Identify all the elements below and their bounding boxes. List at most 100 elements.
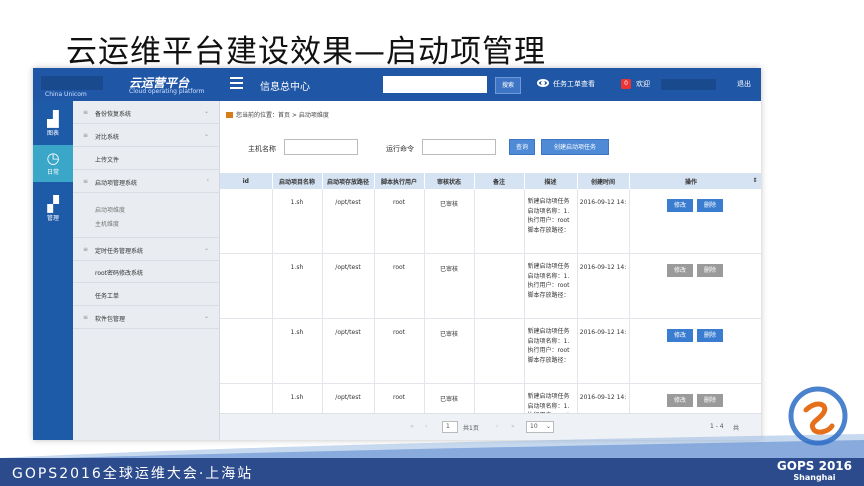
delete-button[interactable]: 删除 [697,394,723,407]
desc-line: 新建启动项任务 [527,328,570,335]
cell-actions: 修改 删除 [629,318,761,384]
bullet-icon: ≡ [83,178,89,185]
top-search-input[interactable] [383,76,487,93]
next-page-icon[interactable]: › [496,423,498,430]
sidebar-item-cron[interactable]: ≡ 定时任务管理系统 ⌄ [73,237,219,261]
first-page-icon[interactable]: « [410,423,414,430]
sidebar-item-upload[interactable]: 上传文件 [73,147,219,170]
eye-icon[interactable] [537,79,549,87]
cell-user: root [374,189,425,254]
create-task-button[interactable]: 创建启动项任务 [541,139,609,155]
edit-button[interactable]: 修改 [667,329,693,342]
desc-line: 执行用户：root [527,282,570,289]
chevron-down-icon: ⌄ [203,108,209,115]
query-button[interactable]: 查询 [509,139,535,155]
footer-bar: GOPS2016全球运维大会·上海站 GOPS 2016 Shanghai [0,458,864,486]
cell-path: /opt/test [322,318,375,384]
cell-desc: 新建启动项任务启动项名称：1. 执行用户：root 脚本存放路径： [524,318,578,384]
nav-daily[interactable]: ◷ 日常 [33,145,73,182]
cell-status: 已审核 [424,189,475,254]
sidebar-item-label: 软件包管理 [95,316,126,323]
cell-id [220,318,273,384]
desc-line: 脚本存放路径： [527,226,570,234]
cmd-label: 运行命令 [386,145,414,153]
sidebar-item-label: root密码修改系统 [95,270,144,277]
desc-line: 脚本存放路径： [527,291,570,299]
sidebar-item-backup[interactable]: ≡ 备份恢复系统 ⌄ [73,101,219,124]
desc-line: 执行用户：root [527,217,570,224]
nav-manage[interactable]: ▞ 管理 [33,191,73,228]
welcome-text: 欢迎 [636,80,650,88]
footer-logo-text: GOPS 2016 [776,459,852,473]
task-view-link[interactable]: 任务工单查看 [553,79,595,89]
sidebar-item-label: 上传文件 [95,157,120,164]
delete-button[interactable]: 删除 [697,199,723,212]
cell-user: root [374,318,425,384]
col-header[interactable]: 启动项存放路径 [322,173,375,189]
sidebar-item-label: 定时任务管理系统 [95,248,144,255]
cmd-input[interactable] [422,139,496,155]
sort-icon[interactable]: ⇕ [752,177,757,184]
app-window: China Unicom 云运营平台 Cloud operating platf… [33,68,761,440]
cell-name: 1.sh [272,318,323,384]
desc-line: 脚本存放路径： [527,356,570,364]
nav-chart[interactable]: ▟ 图表 [33,106,73,143]
notification-badge[interactable]: 0 [621,79,631,89]
col-header[interactable]: 创建时间 [577,173,630,189]
logo-redaction [41,76,103,90]
breadcrumb: 您当前的位置：首页 > 启动项维度 [226,110,329,119]
host-input[interactable] [284,139,358,155]
logout-button[interactable]: 退出 [737,79,751,89]
footer-text: GOPS2016全球运维大会·上海站 [12,466,254,482]
col-header[interactable]: 启动项目名称 [272,173,323,189]
prev-page-icon[interactable]: ‹ [425,423,427,430]
footer-city: Shanghai [793,473,836,482]
cell-status: 已审核 [424,318,475,384]
col-header[interactable]: id [220,173,273,189]
cell-name: 1.sh [272,189,323,254]
col-header[interactable]: 脚本执行用户 [374,173,425,189]
bullet-icon: ≡ [83,109,89,116]
desc-line: 新建启动项任务 [527,393,570,400]
chart-icon: ▟ [47,110,59,128]
bullet-icon: ≡ [83,246,89,253]
last-page-icon[interactable]: » [511,423,515,430]
sidebar-item-package[interactable]: ≡ 软件包管理 ⌄ [73,306,219,329]
delete-button[interactable]: 删除 [697,264,723,277]
nav-manage-label: 管理 [46,215,59,222]
table-row[interactable]: 1.sh/opt/testroot已审核 新建启动项任务启动项名称：1. 执行用户：… [220,253,761,319]
sidebar-sub-startup-dim[interactable]: 启动项维度 [95,205,125,214]
sidebar-sub-host-dim[interactable]: 主机维度 [95,219,119,228]
col-header-actions[interactable]: 操作 ⇕ [629,173,761,189]
sidebar-item-root-pw[interactable]: root密码修改系统 [73,260,219,283]
menu-icon[interactable] [230,77,243,89]
search-button[interactable]: 搜索 [495,77,521,94]
page-range: 1 - 4 [710,423,724,430]
host-label: 主机名称 [248,145,276,153]
sidebar-item-workorder[interactable]: 任务工单 [73,283,219,306]
icon-bar: ▟ 图表 ◷ 日常 ▞ 管理 [33,101,73,440]
delete-button[interactable]: 删除 [697,329,723,342]
col-header[interactable]: 备注 [474,173,525,189]
edit-button[interactable]: 修改 [667,264,693,277]
edit-button[interactable]: 修改 [667,199,693,212]
col-header[interactable]: 审核状态 [424,173,475,189]
chevron-down-icon: ⌄ [203,313,209,320]
table-row[interactable]: 1.sh/opt/testroot已审核 新建启动项任务启动项名称：1. 执行用户：… [220,189,761,254]
cell-name: 1.sh [272,253,323,319]
table-row[interactable]: 1.sh/opt/testroot已审核 新建启动项任务启动项名称：1. 执行用户：… [220,318,761,384]
desc-line: 执行用户：root [527,347,570,354]
center-title: 信息总中心 [260,82,310,93]
edit-button[interactable]: 修改 [667,394,693,407]
main-content: 您当前的位置：首页 > 启动项维度 主机名称 运行命令 查询 创建启动项任务 i… [220,101,761,440]
cell-note [474,189,525,254]
desc-line: 启动项名称：1. [527,272,570,280]
chevron-left-icon: ‹ [206,177,209,184]
cell-status: 已审核 [424,253,475,319]
cell-time: 2016-09-12 14: [577,189,630,254]
col-header[interactable]: 描述 [524,173,578,189]
sidebar-item-startup[interactable]: ≡ 启动项管理系统 ‹ [73,170,219,193]
breadcrumb-text: 您当前的位置：首页 > 启动项维度 [236,112,329,119]
logo: China Unicom 云运营平台 Cloud operating platf… [41,74,204,98]
sidebar-item-compare[interactable]: ≡ 对比系统 ⌄ [73,124,219,147]
